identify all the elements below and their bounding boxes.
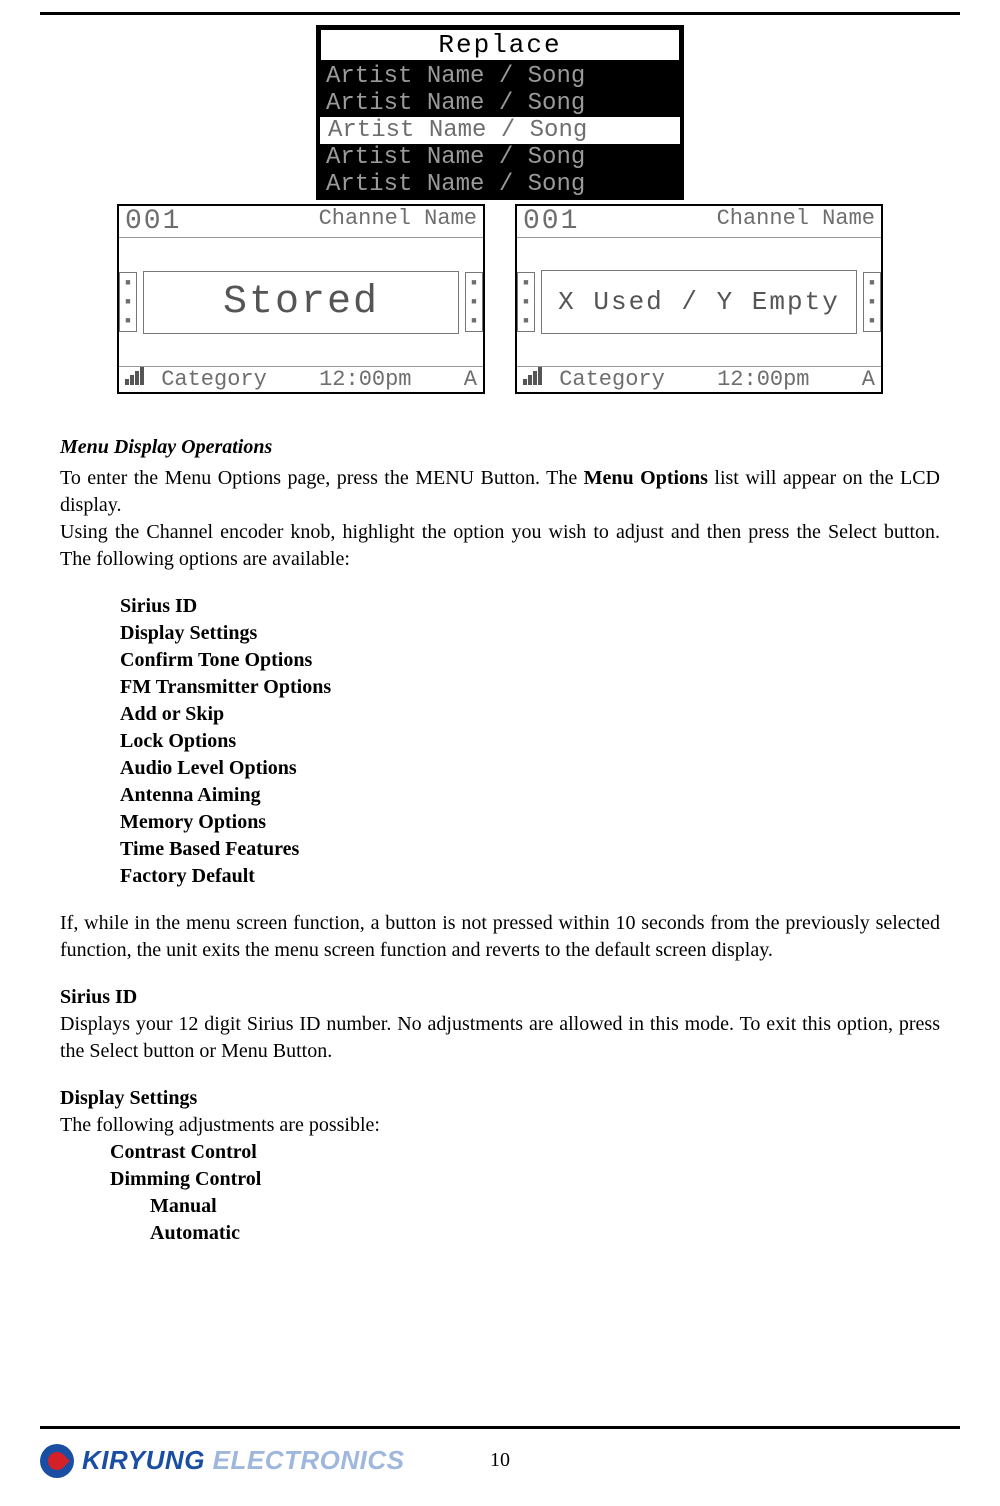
body-text: The following adjustments are possible: <box>60 1112 940 1139</box>
brand-name-light: ELECTRONICS <box>205 1445 405 1475</box>
list-item: Contrast Control <box>110 1139 940 1166</box>
time-label: 12:00pm <box>717 367 809 392</box>
used-empty-message: X Used / Y Empty <box>541 270 857 334</box>
brand-name-bold: KIRYUNG <box>82 1445 205 1475</box>
list-item: Display Settings <box>120 620 940 647</box>
replace-title: Replace <box>320 29 680 61</box>
signal-icon <box>523 367 542 385</box>
time-label: 12:00pm <box>319 367 411 392</box>
replace-lcd: Replace Artist Name / Song Artist Name /… <box>316 25 684 200</box>
list-item: Lock Options <box>120 728 940 755</box>
signal-icon <box>125 367 144 385</box>
sub-heading: Display Settings <box>60 1085 940 1112</box>
list-item: Audio Level Options <box>120 755 940 782</box>
options-list: Sirius ID Display Settings Confirm Tone … <box>120 593 940 890</box>
logo-icon <box>40 1444 74 1478</box>
stored-message: Stored <box>143 271 459 334</box>
channel-number: 001 <box>523 206 579 237</box>
list-item: Memory Options <box>120 809 940 836</box>
list-item: Artist Name / Song <box>318 144 682 171</box>
category-label: Category <box>559 367 665 392</box>
brand-logo: KIRYUNG ELECTRONICS <box>40 1444 405 1478</box>
body-text: To enter the Menu Options page, press th… <box>60 465 940 519</box>
channel-number: 001 <box>125 206 181 237</box>
list-item: Artist Name / Song <box>318 171 682 198</box>
list-item: Add or Skip <box>120 701 940 728</box>
list-item: FM Transmitter Options <box>120 674 940 701</box>
list-item: Artist Name / Song <box>318 63 682 90</box>
list-item: Antenna Aiming <box>120 782 940 809</box>
channel-name: Channel Name <box>717 206 875 237</box>
antenna-label: A <box>862 367 875 392</box>
list-item-selected: Artist Name / Song <box>320 117 680 144</box>
channel-name: Channel Name <box>319 206 477 237</box>
body-text: Displays your 12 digit Sirius ID number.… <box>60 1011 940 1065</box>
list-item: Confirm Tone Options <box>120 647 940 674</box>
list-item: Artist Name / Song <box>318 90 682 117</box>
page-number: 10 <box>490 1449 510 1472</box>
list-item: Manual <box>150 1193 940 1220</box>
body-text: Using the Channel encoder knob, highligh… <box>60 519 940 573</box>
left-edge-icon: ■■■ <box>517 272 535 332</box>
section-heading: Menu Display Operations <box>60 434 940 461</box>
right-edge-icon: ■■■ <box>863 272 881 332</box>
category-label: Category <box>161 367 267 392</box>
antenna-label: A <box>464 367 477 392</box>
list-item: Dimming Control <box>110 1166 940 1193</box>
sub-heading: Sirius ID <box>60 984 940 1011</box>
list-item: Factory Default <box>120 863 940 890</box>
list-item: Sirius ID <box>120 593 940 620</box>
page-footer: KIRYUNG ELECTRONICS 10 <box>40 1426 960 1486</box>
body-text: If, while in the menu screen function, a… <box>60 910 940 964</box>
list-item: Automatic <box>150 1220 940 1247</box>
right-edge-icon: ■■■ <box>465 272 483 332</box>
used-empty-lcd: 001 Channel Name ■■■ X Used / Y Empty ■■… <box>515 204 883 394</box>
left-edge-icon: ■■■ <box>119 272 137 332</box>
stored-lcd: 001 Channel Name ■■■ Stored ■■■ Category… <box>117 204 485 394</box>
list-item: Time Based Features <box>120 836 940 863</box>
